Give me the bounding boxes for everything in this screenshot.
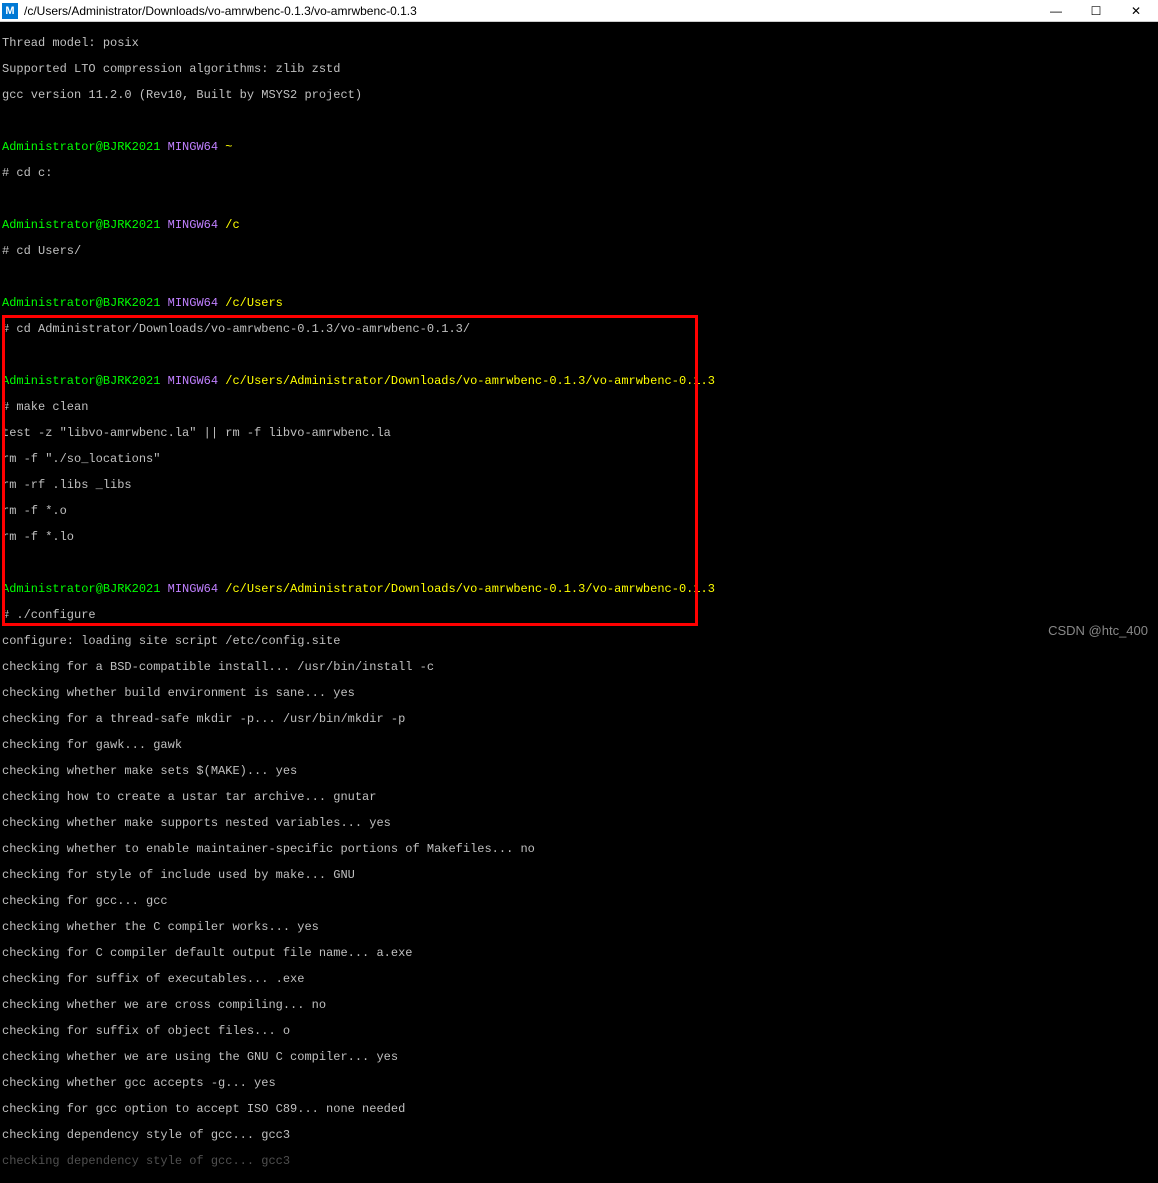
env-name: MINGW64 bbox=[168, 218, 218, 232]
window-controls: — ☐ ✕ bbox=[1036, 0, 1156, 22]
output-line: Supported LTO compression algorithms: zl… bbox=[2, 63, 1156, 76]
output-line: checking for C compiler default output f… bbox=[2, 947, 1156, 960]
env-name: MINGW64 bbox=[168, 296, 218, 310]
output-line: rm -f *.o bbox=[2, 505, 1156, 518]
output-line: checking for gcc option to accept ISO C8… bbox=[2, 1103, 1156, 1116]
output-line: checking dependency style of gcc... gcc3 bbox=[2, 1129, 1156, 1142]
command-line: # cd Users/ bbox=[2, 245, 1156, 258]
output-line: rm -f "./so_locations" bbox=[2, 453, 1156, 466]
blank-line bbox=[2, 115, 1156, 128]
output-line: rm -rf .libs _libs bbox=[2, 479, 1156, 492]
prompt-line: Administrator@BJRK2021 MINGW64 /c/Users/… bbox=[2, 375, 1156, 388]
msys2-icon: M bbox=[2, 3, 18, 19]
blank-line bbox=[2, 193, 1156, 206]
watermark-text: CSDN @htc_400 bbox=[1048, 623, 1148, 638]
blank-line bbox=[2, 271, 1156, 284]
output-line: checking how to create a ustar tar archi… bbox=[2, 791, 1156, 804]
user-host: Administrator@BJRK2021 bbox=[2, 140, 160, 154]
output-line: rm -f *.lo bbox=[2, 531, 1156, 544]
window-title: /c/Users/Administrator/Downloads/vo-amrw… bbox=[24, 4, 1036, 18]
output-line: checking for a thread-safe mkdir -p... /… bbox=[2, 713, 1156, 726]
output-line: checking whether make sets $(MAKE)... ye… bbox=[2, 765, 1156, 778]
command-line: # cd Administrator/Downloads/vo-amrwbenc… bbox=[2, 323, 1156, 336]
prompt-line: Administrator@BJRK2021 MINGW64 /c bbox=[2, 219, 1156, 232]
output-line: checking for gawk... gawk bbox=[2, 739, 1156, 752]
env-name: MINGW64 bbox=[168, 140, 218, 154]
blank-line bbox=[2, 557, 1156, 570]
output-line: checking whether to enable maintainer-sp… bbox=[2, 843, 1156, 856]
terminal-output[interactable]: Thread model: posix Supported LTO compre… bbox=[0, 22, 1158, 1183]
output-line: checking whether build environment is sa… bbox=[2, 687, 1156, 700]
command-line: # make clean bbox=[2, 401, 1156, 414]
output-line: checking whether we are using the GNU C … bbox=[2, 1051, 1156, 1064]
cwd-path: ~ bbox=[225, 140, 232, 154]
user-host: Administrator@BJRK2021 bbox=[2, 374, 160, 388]
output-line: Thread model: posix bbox=[2, 37, 1156, 50]
cwd-path: /c bbox=[225, 218, 239, 232]
command-line: # ./configure bbox=[2, 609, 1156, 622]
output-line: checking whether we are cross compiling.… bbox=[2, 999, 1156, 1012]
prompt-line: Administrator@BJRK2021 MINGW64 /c/Users/… bbox=[2, 583, 1156, 596]
output-line: checking for suffix of executables... .e… bbox=[2, 973, 1156, 986]
cwd-path: /c/Users bbox=[225, 296, 283, 310]
output-line: checking for style of include used by ma… bbox=[2, 869, 1156, 882]
command-line: # cd c: bbox=[2, 167, 1156, 180]
output-line: checking for a BSD-compatible install...… bbox=[2, 661, 1156, 674]
prompt-line: Administrator@BJRK2021 MINGW64 ~ bbox=[2, 141, 1156, 154]
minimize-button[interactable]: — bbox=[1036, 0, 1076, 22]
output-line: checking for gcc... gcc bbox=[2, 895, 1156, 908]
user-host: Administrator@BJRK2021 bbox=[2, 218, 160, 232]
maximize-button[interactable]: ☐ bbox=[1076, 0, 1116, 22]
blank-line bbox=[2, 349, 1156, 362]
cwd-path: /c/Users/Administrator/Downloads/vo-amrw… bbox=[225, 582, 715, 596]
user-host: Administrator@BJRK2021 bbox=[2, 296, 160, 310]
user-host: Administrator@BJRK2021 bbox=[2, 582, 160, 596]
output-line: checking for suffix of object files... o bbox=[2, 1025, 1156, 1038]
prompt-line: Administrator@BJRK2021 MINGW64 /c/Users bbox=[2, 297, 1156, 310]
env-name: MINGW64 bbox=[168, 374, 218, 388]
output-line: checking whether the C compiler works...… bbox=[2, 921, 1156, 934]
window-titlebar: M /c/Users/Administrator/Downloads/vo-am… bbox=[0, 0, 1158, 22]
output-line: test -z "libvo-amrwbenc.la" || rm -f lib… bbox=[2, 427, 1156, 440]
output-line: gcc version 11.2.0 (Rev10, Built by MSYS… bbox=[2, 89, 1156, 102]
output-line-faded: checking dependency style of gcc... gcc3 bbox=[2, 1155, 1156, 1168]
env-name: MINGW64 bbox=[168, 582, 218, 596]
cwd-path: /c/Users/Administrator/Downloads/vo-amrw… bbox=[225, 374, 715, 388]
output-line: checking whether make supports nested va… bbox=[2, 817, 1156, 830]
close-button[interactable]: ✕ bbox=[1116, 0, 1156, 22]
output-line: checking whether gcc accepts -g... yes bbox=[2, 1077, 1156, 1090]
